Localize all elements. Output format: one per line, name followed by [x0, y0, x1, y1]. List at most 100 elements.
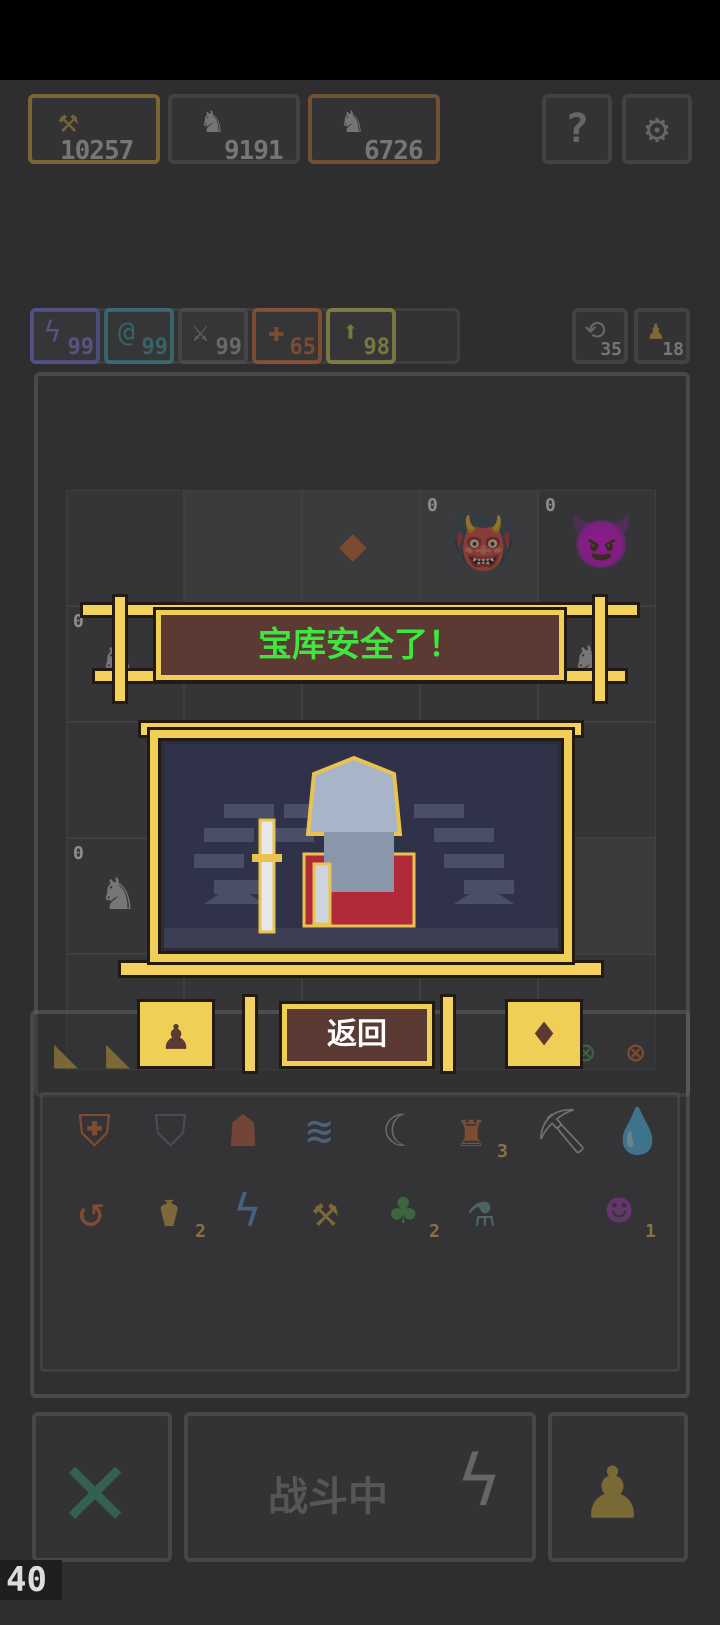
item-count: 1: [645, 1221, 656, 1242]
tab-triangle-icon[interactable]: ◣: [106, 1034, 130, 1074]
beast-icon: ♜: [458, 1106, 485, 1157]
stat-swirl: @ 99: [104, 308, 174, 364]
bag-item-droplet[interactable]: 💧: [610, 1106, 665, 1162]
sickle-icon: ☾: [382, 1106, 409, 1157]
axe-icon: ⚒: [312, 1186, 339, 1237]
bag-row: ↺ ⚱ 2 ϟ ⚒ ♣ 2 ⚗ ☻ 1: [78, 1186, 658, 1243]
dungeon-scene: [164, 744, 558, 948]
resource-knight-silver: ♞ 9191: [168, 94, 300, 166]
pickaxe-icon: ⛏: [534, 1106, 590, 1157]
knight-icon: ♞: [202, 101, 223, 141]
pawn-counter[interactable]: ♟ 18: [634, 308, 690, 364]
lightning-icon: ϟ: [44, 315, 61, 348]
back-rail-left: [242, 994, 258, 1074]
resource-knight-bronze: ♞ 6726: [308, 94, 440, 166]
ogre-icon: 👹: [451, 513, 516, 573]
knight-icon: ♞: [103, 863, 134, 921]
bag-item-monster[interactable]: ☻ 1: [606, 1186, 658, 1243]
bag-item-pickaxe[interactable]: ⛏: [534, 1110, 590, 1162]
refresh-value: 35: [600, 339, 622, 360]
stat-swords: ⚔ 99: [178, 308, 248, 364]
pawn-icon: ♟: [648, 316, 664, 346]
bag-item-potion-jar[interactable]: ⚱ 2: [156, 1186, 208, 1243]
droplet-icon: 💧: [610, 1106, 665, 1157]
back-rail-right: [440, 994, 456, 1074]
battle-label: 战斗中: [268, 1474, 388, 1520]
bag-item-herb[interactable]: ♣ 2: [390, 1186, 442, 1243]
feather-icon: ϟ: [234, 1186, 261, 1237]
bag-item-bottle[interactable]: ⚗: [468, 1190, 520, 1242]
item-count: 2: [195, 1221, 206, 1242]
banner-post-right: [592, 594, 608, 704]
boomerang-icon: ↺: [78, 1186, 105, 1237]
bag-item-feather[interactable]: ϟ: [234, 1190, 286, 1242]
stat-value: 65: [289, 335, 317, 360]
stat-value: 99: [215, 335, 243, 360]
pawn-button[interactable]: ♟: [548, 1412, 688, 1562]
help-button[interactable]: ?: [542, 94, 612, 164]
stat-cross: ✚ 65: [252, 308, 322, 364]
cancel-button[interactable]: ✕: [32, 1412, 172, 1562]
bag-item-armor[interactable]: ⛨: [78, 1110, 130, 1162]
item-count: 3: [497, 1141, 508, 1162]
board-cell[interactable]: [66, 490, 184, 606]
item-count: 2: [429, 1221, 440, 1242]
monster-icon: ☻: [606, 1186, 633, 1237]
pawn-tab-button[interactable]: ♟: [140, 1002, 212, 1066]
gear-icon: ⚙: [644, 106, 670, 152]
bag-item-beast[interactable]: ♜ 3: [458, 1106, 510, 1163]
swirl-icon: @: [118, 315, 135, 348]
stat-arrow-up: ⬆ 98: [326, 308, 396, 364]
gem-tab-button[interactable]: ♦: [508, 1002, 580, 1066]
lock-icon: ⊗: [626, 1033, 646, 1071]
resource-value: 9191: [224, 136, 284, 166]
potion-jar-icon: ⚱: [156, 1186, 183, 1237]
pawn-icon: ♟: [586, 1436, 639, 1539]
armor-icon: ⛨: [78, 1106, 111, 1157]
stat-value: 98: [363, 335, 391, 360]
stat-lightning: ϟ 99: [30, 308, 100, 364]
popup-title: 宝库安全了！: [258, 625, 462, 665]
frame-rail-bottom: [118, 960, 604, 978]
axe-icon: ⚒: [58, 101, 79, 141]
bag-item-helmet[interactable]: ☗: [230, 1110, 282, 1162]
board-cell[interactable]: ◆: [302, 490, 420, 606]
diamond-icon: ♦: [531, 1012, 557, 1058]
knight-icon: ♞: [342, 101, 363, 141]
demon-icon: 😈: [569, 513, 634, 573]
resource-value: 10257: [60, 136, 134, 166]
question-icon: ?: [564, 106, 590, 152]
arrow-up-icon: ⬆: [342, 315, 359, 348]
refresh-counter[interactable]: ⟲ 35: [572, 308, 628, 364]
bag-item-axe[interactable]: ⚒: [312, 1190, 364, 1242]
stat-value: 99: [67, 335, 95, 360]
bag-item-sickle[interactable]: ☾: [382, 1110, 434, 1162]
board-cell[interactable]: [184, 490, 302, 606]
back-button[interactable]: 返回: [282, 1004, 432, 1066]
game-screen: ⚒ 10257 ♞ 9191 ♞ 6726 ? ⚙ ϟ 99 @ 99 ⚔ 99…: [0, 80, 720, 1625]
settings-button[interactable]: ⚙: [622, 94, 692, 164]
bag-row: ⛨ ⛉ ☗ ≋ ☾ ♜ 3 ⛏ 💧: [78, 1106, 665, 1163]
resource-value: 6726: [364, 136, 424, 166]
dungeon-scene-svg: [164, 755, 558, 948]
herb-icon: ♣: [390, 1186, 417, 1237]
bag-item-boomerang[interactable]: ↺: [78, 1190, 130, 1242]
fps-counter: 40: [0, 1560, 62, 1600]
tab-triangle-icon[interactable]: ◣: [54, 1034, 78, 1074]
pawn-icon: ♟: [163, 1010, 189, 1059]
counter-value: 40: [6, 1560, 47, 1600]
resource-axe: ⚒ 10257: [28, 94, 160, 166]
bottle-icon: ⚗: [468, 1186, 495, 1237]
helmet-icon: ☗: [230, 1106, 257, 1157]
cross-icon: ✚: [268, 315, 285, 348]
wind-icon: ≋: [306, 1106, 333, 1157]
banner-post-left: [112, 594, 128, 704]
swords-icon: ⚔: [192, 315, 209, 348]
shield-icon: ⛉: [154, 1106, 187, 1157]
close-icon: ✕: [62, 1423, 129, 1551]
bag-item-shield[interactable]: ⛉: [154, 1110, 206, 1162]
bag-item-wind[interactable]: ≋: [306, 1110, 358, 1162]
board-cell[interactable]: 0 👹: [420, 490, 538, 606]
battle-button[interactable]: 战斗中 ϟ: [184, 1412, 536, 1562]
board-cell[interactable]: 0 😈: [538, 490, 656, 606]
